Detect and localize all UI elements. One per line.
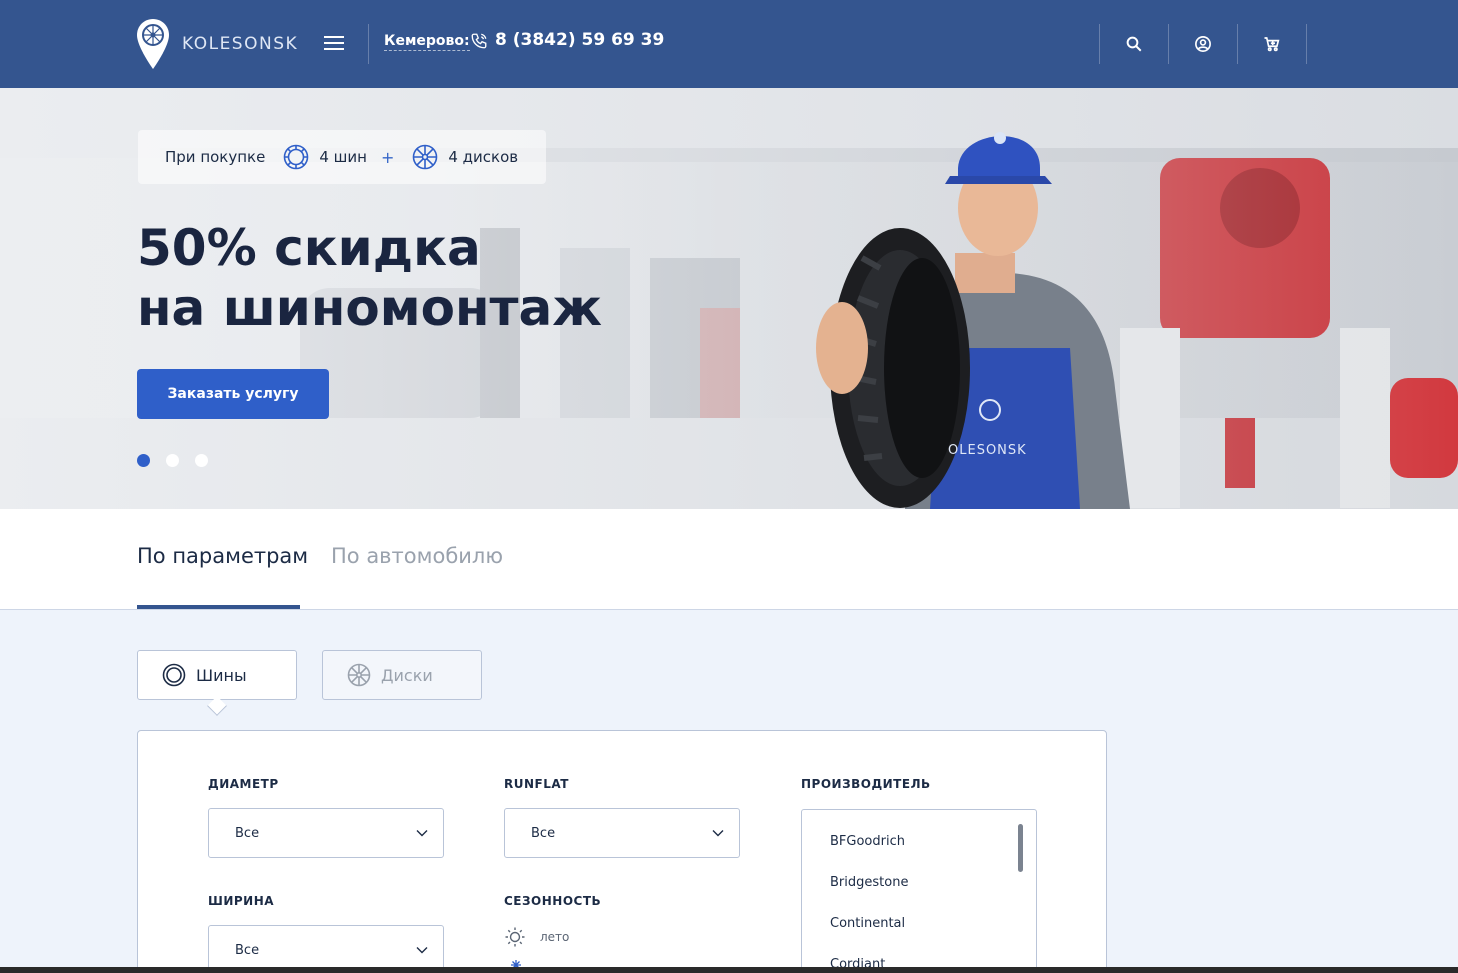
manufacturer-item[interactable]: Bridgestone	[830, 875, 908, 890]
slider-dots	[137, 454, 224, 467]
width-value: Все	[235, 942, 260, 958]
user-icon	[1195, 36, 1211, 52]
tab-rims[interactable]: Диски	[322, 650, 482, 700]
diameter-value: Все	[235, 825, 260, 841]
chevron-down-icon	[416, 947, 428, 954]
logo-text: KOLESONSK	[182, 34, 299, 54]
chevron-down-icon	[416, 830, 428, 837]
manufacturer-list[interactable]: BFGoodrich Bridgestone Continental Cordi…	[801, 809, 1037, 973]
promo-prefix: При покупке	[165, 148, 266, 166]
width-label: ШИРИНА	[208, 894, 275, 908]
slider-dot[interactable]	[166, 454, 179, 467]
svg-text:OLESONSK: OLESONSK	[948, 443, 1027, 458]
menu-icon[interactable]	[324, 36, 344, 52]
tab-by-car[interactable]: По автомобилю	[331, 544, 503, 568]
logo-pin-icon	[137, 19, 169, 69]
diameter-select[interactable]: Все	[208, 808, 444, 858]
tire-icon	[284, 144, 309, 170]
tire-filter-panel: ДИАМЕТР Все RUNFLAT Все ПРОИЗВОДИТЕЛЬ BF…	[137, 730, 1107, 973]
promo-plus: +	[380, 147, 395, 167]
tire-icon	[162, 663, 186, 687]
promo-badge: При покупке 4 шин + 4 дисков	[138, 130, 546, 184]
promo-rims: 4 дисков	[448, 148, 519, 166]
logo[interactable]: KOLESONSK	[136, 18, 298, 70]
order-service-button[interactable]: Заказать услугу	[137, 369, 329, 419]
phone-icon	[471, 33, 487, 49]
manufacturer-item[interactable]: BFGoodrich	[830, 834, 905, 849]
active-tab-indicator	[137, 605, 300, 609]
promo-tires: 4 шин	[319, 148, 367, 166]
runflat-select[interactable]: Все	[504, 808, 740, 858]
search-mode-tabs: По параметрам По автомобилю	[0, 509, 1458, 610]
search-button[interactable]	[1100, 24, 1168, 64]
rim-icon	[413, 144, 438, 170]
season-label: СЕЗОННОСТЬ	[504, 894, 602, 908]
header-divider	[1306, 24, 1307, 64]
manufacturer-item[interactable]: Continental	[830, 916, 905, 931]
hero-banner: OLESONSK При покупке 4 шин + 4 дисков 50…	[0, 88, 1458, 509]
phone-number[interactable]: 8 (3842) 59 69 39	[495, 30, 664, 50]
width-select[interactable]: Все	[208, 925, 444, 973]
cart-button[interactable]	[1238, 24, 1306, 64]
tab-tires[interactable]: Шины	[137, 650, 297, 700]
cart-icon	[1264, 37, 1280, 52]
chevron-down-icon	[712, 830, 724, 837]
hero-title: 50% скидка на шиномонтаж	[137, 218, 602, 338]
tab-tires-label: Шины	[196, 665, 247, 685]
manufacturer-label: ПРОИЗВОДИТЕЛЬ	[801, 777, 931, 791]
sun-icon	[505, 927, 525, 947]
slider-dot[interactable]	[195, 454, 208, 467]
runflat-label: RUNFLAT	[504, 777, 569, 791]
hero-title-line: 50% скидка	[137, 219, 481, 277]
site-header: KOLESONSK Кемерово: 8 (3842) 59 69 39	[0, 0, 1458, 88]
search-icon	[1126, 36, 1142, 52]
season-summer-label: лето	[540, 930, 570, 944]
header-divider	[368, 24, 369, 64]
season-summer-option[interactable]: лето	[504, 926, 569, 948]
runflat-value: Все	[531, 825, 556, 841]
rim-icon	[347, 663, 371, 687]
diameter-label: ДИАМЕТР	[208, 777, 279, 791]
slider-dot[interactable]	[137, 454, 150, 467]
os-taskbar	[0, 967, 1458, 973]
tab-rims-label: Диски	[381, 665, 433, 685]
city-selector[interactable]: Кемерово:	[384, 33, 470, 51]
manufacturer-scrollbar[interactable]	[1018, 824, 1023, 872]
tab-by-params[interactable]: По параметрам	[137, 544, 308, 568]
hero-title-line: на шиномонтаж	[137, 279, 602, 337]
account-button[interactable]	[1169, 24, 1237, 64]
